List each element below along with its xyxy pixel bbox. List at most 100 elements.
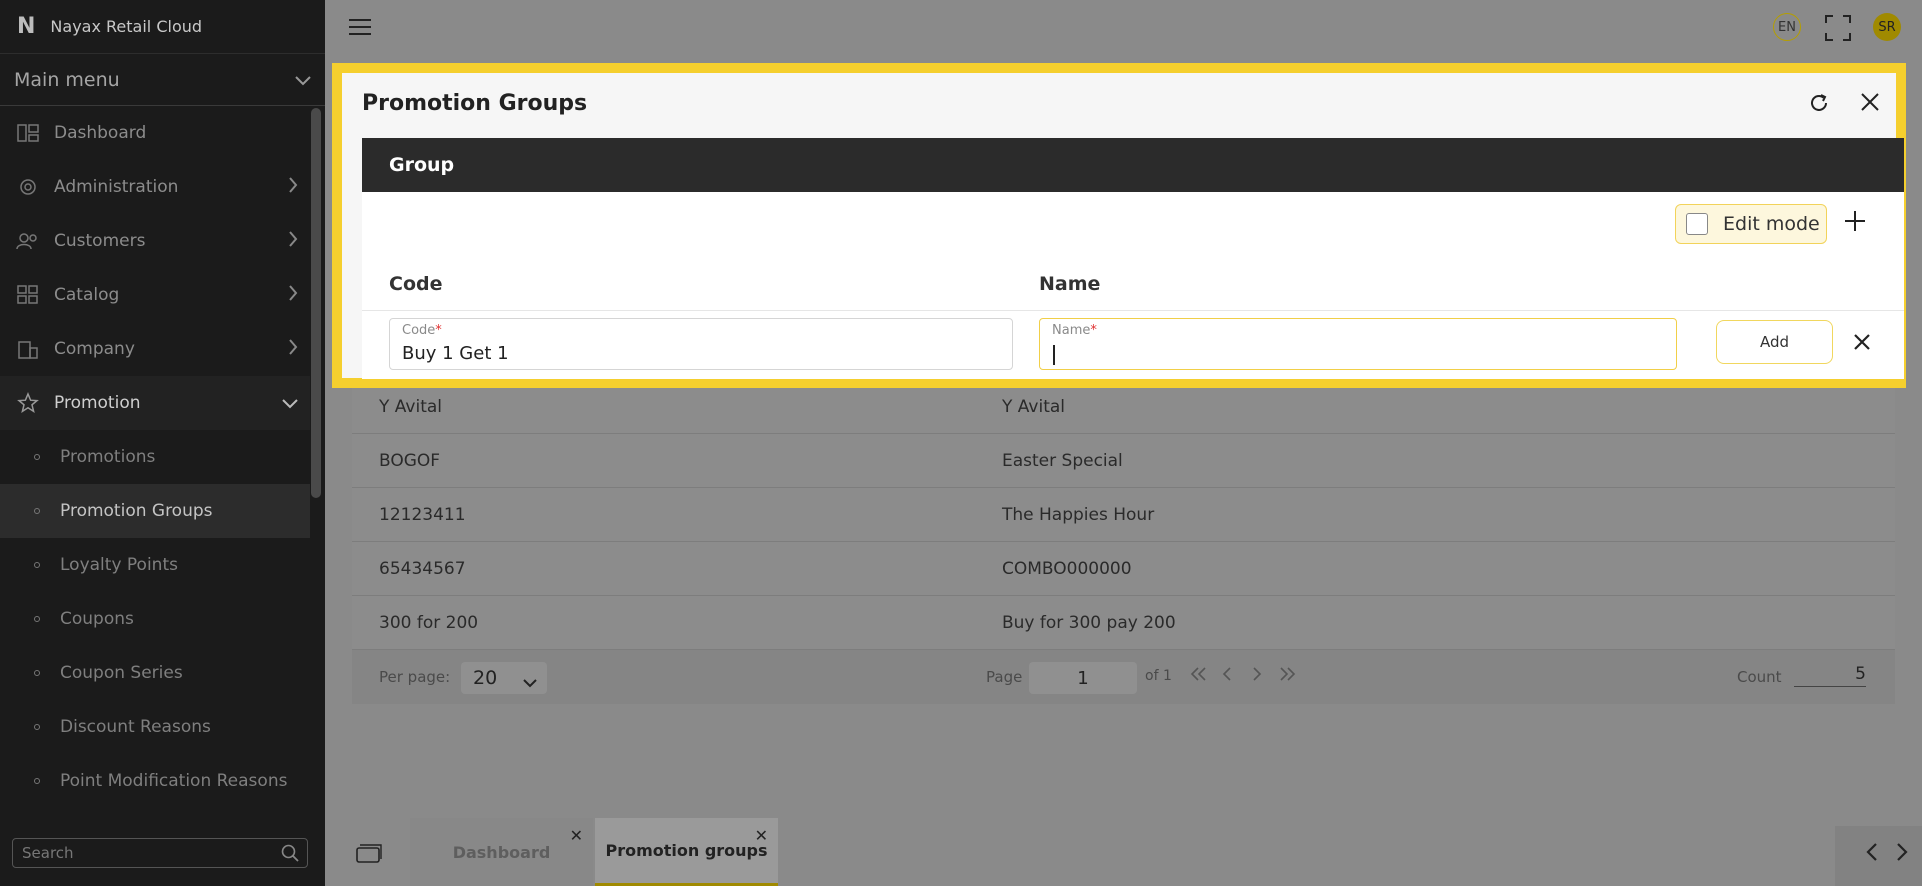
- pagination-bar: Per page: 20 Page 1 of 1 Count 5: [352, 650, 1895, 704]
- group-section-header: Group: [362, 138, 1904, 192]
- cell-name: The Happies Hour: [1002, 504, 1155, 525]
- sidebar-subitem-coupons[interactable]: Coupons: [0, 592, 310, 646]
- per-page-select[interactable]: 20: [461, 662, 547, 694]
- edit-mode-label: Edit mode: [1723, 213, 1820, 235]
- add-button[interactable]: Add: [1716, 320, 1833, 364]
- count-value: 5: [1794, 664, 1866, 687]
- chevron-down-icon: [295, 69, 311, 91]
- per-page-label: Per page:: [379, 668, 451, 686]
- tab-scroll-right-icon[interactable]: [1896, 842, 1908, 867]
- star-icon: [16, 392, 40, 414]
- sidebar-item-label: Promotion: [54, 393, 141, 413]
- sidebar-scrollbar[interactable]: [311, 108, 321, 498]
- sidebar-subitem-label: Loyalty Points: [60, 555, 178, 575]
- cell-code: 12123411: [379, 504, 466, 525]
- sidebar-subitem-coupon-series[interactable]: Coupon Series: [0, 646, 310, 700]
- name-field[interactable]: Name*: [1039, 318, 1677, 370]
- cell-name: Easter Special: [1002, 450, 1123, 471]
- close-tab-icon[interactable]: ✕: [570, 826, 583, 845]
- prev-page-icon[interactable]: [1222, 667, 1232, 685]
- code-field-label: Code*: [402, 323, 442, 338]
- sidebar-item-label: Company: [54, 339, 135, 359]
- chevron-down-icon: [523, 672, 537, 694]
- cell-code: BOGOF: [379, 450, 441, 471]
- code-field-value: Buy 1 Get 1: [402, 343, 509, 364]
- chevron-down-icon: [282, 393, 298, 414]
- edit-mode-toggle[interactable]: Edit mode: [1675, 204, 1827, 244]
- sidebar-item-promotion[interactable]: Promotion: [0, 376, 310, 430]
- users-icon: [16, 232, 40, 250]
- close-tab-icon[interactable]: ✕: [755, 826, 768, 845]
- sidebar-subitem-loyalty-points[interactable]: Loyalty Points: [0, 538, 310, 592]
- sidebar-subitem-point-modification-reasons[interactable]: Point Modification Reasons: [0, 754, 310, 808]
- bullet-icon: [34, 562, 40, 568]
- user-avatar[interactable]: SR: [1873, 13, 1901, 41]
- bullet-icon: [34, 454, 40, 460]
- bottom-tab-bar: Dashboard ✕ Promotion groups ✕: [325, 818, 1922, 886]
- next-page-icon[interactable]: [1252, 667, 1262, 685]
- refresh-icon[interactable]: [1808, 92, 1830, 118]
- sidebar-item-label: Dashboard: [54, 123, 147, 143]
- first-page-icon[interactable]: [1190, 667, 1208, 685]
- tab-promotion-groups[interactable]: Promotion groups ✕: [595, 818, 778, 886]
- fullscreen-icon[interactable]: [1825, 15, 1851, 45]
- sidebar-search-input[interactable]: Search: [12, 838, 308, 868]
- main-menu-toggle[interactable]: Main menu: [0, 54, 325, 106]
- divider: [362, 310, 1904, 311]
- sidebar-subitem-label: Promotion Groups: [60, 501, 213, 521]
- bullet-icon: [34, 778, 40, 784]
- tab-dashboard[interactable]: Dashboard ✕: [410, 818, 593, 886]
- cell-name: Buy for 300 pay 200: [1002, 612, 1176, 633]
- table-row[interactable]: Y Avital Y Avital: [352, 380, 1895, 434]
- sidebar-item-catalog[interactable]: Catalog: [0, 268, 310, 322]
- tab-label: Dashboard: [452, 842, 551, 862]
- code-field[interactable]: Code* Buy 1 Get 1: [389, 318, 1013, 370]
- app-brand: N Nayax Retail Cloud: [0, 0, 325, 54]
- hamburger-menu-icon[interactable]: [349, 19, 371, 40]
- catalog-grid-icon: [16, 285, 40, 305]
- bullet-icon: [34, 670, 40, 676]
- name-field-label: Name*: [1052, 323, 1097, 338]
- language-selector[interactable]: EN: [1773, 13, 1801, 41]
- sidebar-item-company[interactable]: Company: [0, 322, 310, 376]
- sidebar-subitem-label: Discount Reasons: [60, 717, 211, 737]
- promotion-groups-modal: Promotion Groups Group Edit mode Code Na…: [332, 63, 1906, 388]
- sidebar-item-administration[interactable]: Administration: [0, 160, 310, 214]
- page-input[interactable]: 1: [1029, 662, 1137, 694]
- sidebar-subitem-promotion-groups[interactable]: Promotion Groups: [0, 484, 310, 538]
- sidebar-subitem-label: Point Modification Reasons: [60, 771, 288, 791]
- cell-name: COMBO000000: [1002, 558, 1132, 579]
- tab-scroll-left-icon[interactable]: [1866, 842, 1878, 867]
- edit-mode-checkbox[interactable]: [1686, 213, 1708, 235]
- building-icon: [16, 338, 40, 360]
- cell-name: Y Avital: [1002, 396, 1066, 417]
- tabs-overview-icon[interactable]: [356, 844, 382, 868]
- sidebar-item-label: Customers: [54, 231, 146, 251]
- sidebar-item-label: Catalog: [54, 285, 120, 305]
- sidebar-subitem-promotions[interactable]: Promotions: [0, 430, 310, 484]
- page-label: Page: [986, 668, 1023, 686]
- chevron-right-icon: [288, 338, 298, 360]
- promotion-groups-table: Y Avital Y Avital BOGOF Easter Special 121…: [352, 380, 1895, 650]
- per-page-value: 20: [473, 667, 498, 689]
- add-row-icon[interactable]: [1843, 209, 1867, 237]
- table-row[interactable]: 12123411 The Happies Hour: [352, 488, 1895, 542]
- sidebar-subitem-discount-reasons[interactable]: Discount Reasons: [0, 700, 310, 754]
- sidebar-item-label: Administration: [54, 177, 179, 197]
- cancel-row-icon[interactable]: [1853, 333, 1871, 355]
- table-row[interactable]: 300 for 200 Buy for 300 pay 200: [352, 596, 1895, 650]
- close-icon[interactable]: [1860, 92, 1880, 116]
- sidebar: N Nayax Retail Cloud Main menu Dashboard…: [0, 0, 325, 886]
- cell-code: Y Avital: [379, 396, 443, 417]
- sidebar-subitem-label: Coupons: [60, 609, 134, 629]
- sidebar-item-customers[interactable]: Customers: [0, 214, 310, 268]
- table-row[interactable]: BOGOF Easter Special: [352, 434, 1895, 488]
- table-row[interactable]: 65434567 COMBO000000: [352, 542, 1895, 596]
- top-bar: EN SR: [325, 0, 1922, 54]
- last-page-icon[interactable]: [1278, 667, 1296, 685]
- sidebar-item-dashboard[interactable]: Dashboard: [0, 106, 310, 160]
- search-icon[interactable]: [281, 844, 299, 866]
- sidebar-subitem-label: Coupon Series: [60, 663, 183, 683]
- chevron-right-icon: [288, 176, 298, 198]
- dashboard-icon: [16, 124, 40, 142]
